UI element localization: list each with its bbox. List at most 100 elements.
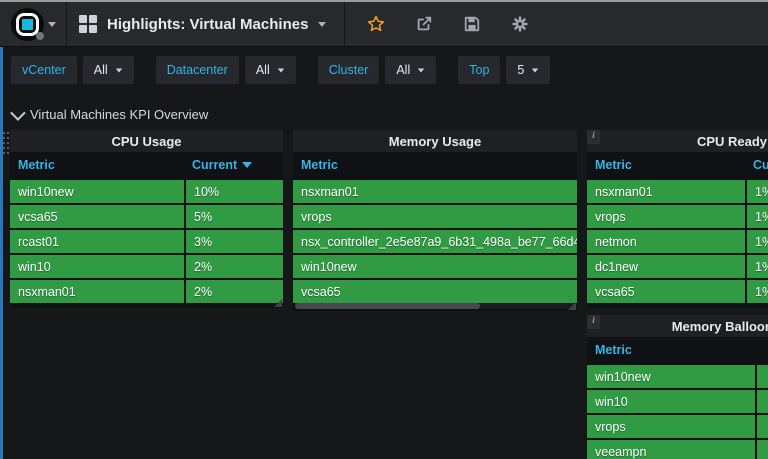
table-row: nsxman011%: [587, 180, 768, 203]
panel-cpu-ready: i CPU Ready Metric Current nsxman011%vro…: [587, 130, 768, 308]
datacenter-value-dropdown[interactable]: All: [245, 56, 296, 84]
metric-cell: netmon: [587, 230, 745, 253]
table-row: rcast013%: [10, 230, 283, 253]
table-row: win102%: [10, 255, 283, 278]
main-menu-button[interactable]: [0, 2, 67, 46]
share-icon[interactable]: [407, 9, 441, 39]
datacenter-label: Datacenter: [156, 56, 239, 84]
column-header-current[interactable]: Current: [184, 158, 260, 172]
column-header-metric[interactable]: Metric: [293, 158, 577, 172]
panel-title-memory-usage[interactable]: Memory Usage: [293, 130, 577, 152]
metric-cell: win10: [587, 390, 755, 413]
left-edge-strip: [0, 47, 3, 459]
metric-cell: nsxman01: [10, 280, 184, 303]
dashboard-picker[interactable]: Highlights: Virtual Machines: [67, 2, 344, 46]
current-cell: 2%: [186, 280, 283, 303]
row-title: Virtual Machines KPI Overview: [30, 107, 208, 122]
panel-info-icon[interactable]: i: [587, 315, 600, 329]
row-header-vm-kpi-overview[interactable]: Virtual Machines KPI Overview: [11, 107, 208, 122]
column-header-metric[interactable]: Metric: [10, 158, 184, 172]
top-label: Top: [458, 56, 500, 84]
metric-cell: win10new: [587, 365, 755, 388]
panel-cpu-usage: CPU Usage Metric Current win10new10%vcsa…: [10, 130, 283, 308]
column-header-metric[interactable]: Metric: [587, 158, 745, 172]
panel-title-cpu-ready[interactable]: CPU Ready: [587, 130, 768, 152]
panel-memory-ballooning: i Memory Ballooning Metric win10newwin10…: [587, 315, 768, 459]
scrollbar-thumb[interactable]: [295, 303, 480, 309]
panel-title-cpu-usage[interactable]: CPU Usage: [10, 130, 283, 152]
table-row: vcsa651%: [587, 280, 768, 303]
metric-cell: vcsa65: [587, 280, 745, 303]
current-cell: 1%: [747, 205, 768, 228]
table-row: win10: [587, 390, 768, 413]
main-menu-caret-icon: [48, 22, 56, 27]
current-cell: 1%: [747, 180, 768, 203]
table-row: win10new10%: [10, 180, 283, 203]
table-row: netmon1%: [587, 230, 768, 253]
panel-title-memory-ballooning[interactable]: Memory Ballooning: [587, 315, 768, 337]
panel-drag-handle[interactable]: [3, 132, 5, 134]
metric-cell: nsxman01: [293, 180, 577, 203]
panel-memory-usage: Memory Usage Metric nsxman01vropsnsx_con…: [293, 130, 577, 311]
column-header-current[interactable]: Current: [745, 158, 768, 172]
star-icon[interactable]: [359, 9, 393, 39]
table-row: vcsa65: [293, 280, 577, 303]
dashboard-title: Highlights: Virtual Machines: [107, 16, 308, 33]
navbar: Highlights: Virtual Machines: [0, 2, 768, 47]
filter-top: Top 5: [458, 56, 550, 84]
save-icon[interactable]: [455, 9, 489, 39]
metric-cell: vcsa65: [293, 280, 577, 303]
dashboard-app: Highlights: Virtual Machines vCenter All: [0, 0, 768, 459]
metric-cell: veeampn: [587, 440, 755, 459]
vcenter-value-dropdown[interactable]: All: [83, 56, 134, 84]
dashboard-caret-icon: [318, 22, 326, 27]
metric-cell: win10new: [10, 180, 184, 203]
filter-cluster: Cluster All: [318, 56, 437, 84]
table-row: nsx_controller_2e5e87a9_6b31_498a_be77_6…: [293, 230, 577, 253]
current-cell: 1%: [747, 230, 768, 253]
table-header: Metric: [587, 337, 768, 363]
vcenter-label: vCenter: [11, 56, 77, 84]
metric-cell: win10new: [293, 255, 577, 278]
top-value-dropdown[interactable]: 5: [506, 56, 550, 84]
column-header-metric[interactable]: Metric: [587, 343, 755, 357]
current-cell: [757, 415, 768, 438]
table-header: Metric Current: [587, 152, 768, 178]
panel-resize-handle[interactable]: [568, 302, 576, 310]
metric-cell: dc1new: [587, 255, 745, 278]
current-cell: 3%: [186, 230, 283, 253]
table-row: dc1new1%: [587, 255, 768, 278]
table-body: win10new10%vcsa655%rcast013%win102%nsxma…: [10, 180, 283, 303]
table-row: nsxman01: [293, 180, 577, 203]
app-logo: [11, 8, 44, 41]
filter-datacenter: Datacenter All: [156, 56, 296, 84]
table-body: nsxman01vropsnsx_controller_2e5e87a9_6b3…: [293, 180, 577, 303]
current-cell: [757, 365, 768, 388]
settings-gear-icon[interactable]: [503, 9, 537, 39]
panel-info-icon[interactable]: i: [587, 130, 600, 144]
table-row: win10new: [293, 255, 577, 278]
table-row: win10new: [587, 365, 768, 388]
navbar-actions: [344, 2, 551, 46]
table-header: Metric Current: [10, 152, 283, 178]
table-row: vrops1%: [587, 205, 768, 228]
dashboard-grid-icon: [79, 15, 97, 33]
table-row: nsxman012%: [10, 280, 283, 303]
sort-desc-icon: [242, 162, 252, 168]
current-cell: 1%: [747, 280, 768, 303]
metric-cell: rcast01: [10, 230, 184, 253]
cluster-value-dropdown[interactable]: All: [385, 56, 436, 84]
table-row: vrops: [587, 415, 768, 438]
table-header: Metric: [293, 152, 577, 178]
metric-cell: vcsa65: [10, 205, 184, 228]
metric-cell: vrops: [587, 205, 745, 228]
current-cell: 2%: [186, 255, 283, 278]
panel-resize-handle[interactable]: [274, 299, 282, 307]
current-cell: [757, 440, 768, 459]
collapse-chevron-icon: [10, 105, 26, 121]
table-body: win10newwin10vrops veeampn: [587, 365, 768, 459]
current-cell: [757, 390, 768, 413]
metric-cell: win10: [10, 255, 184, 278]
template-variables-row: vCenter All Datacenter All Cluster All T…: [11, 56, 572, 84]
table-row: vrops: [293, 205, 577, 228]
